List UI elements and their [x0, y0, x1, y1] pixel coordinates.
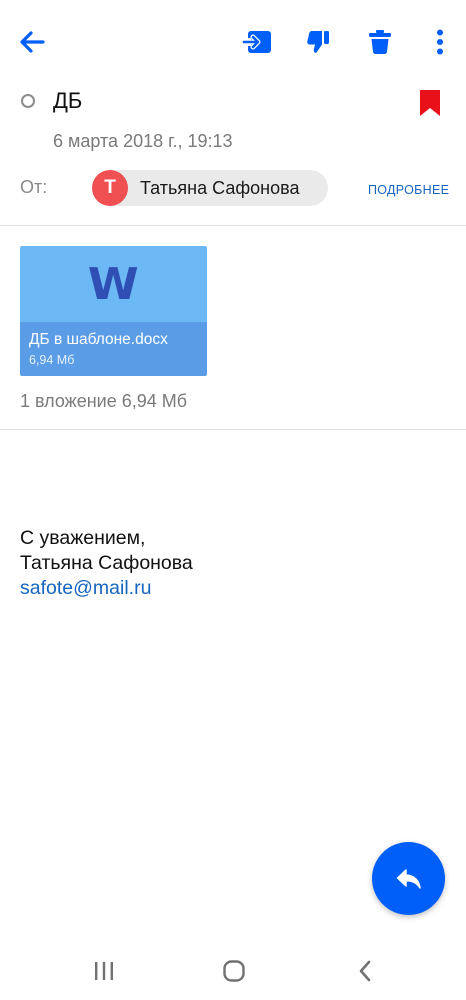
subject-row: ДБ [0, 84, 466, 124]
attachment-name: ДБ в шаблоне.docx [29, 331, 168, 348]
body-line: Татьяна Сафонова [20, 552, 193, 574]
back-button[interactable] [14, 24, 50, 60]
message-body: С уважением, Татьяна Сафонова safote@mai… [20, 526, 193, 601]
message-subject: ДБ [53, 88, 83, 113]
delete-button[interactable] [362, 24, 398, 60]
attachments-summary: 1 вложение 6,94 Мб [20, 391, 188, 411]
arrow-left-icon [20, 31, 45, 53]
attachment-card[interactable]: W ДБ в шаблоне.docx 6,94 Мб [20, 246, 207, 376]
attachments-divider [0, 429, 466, 430]
details-button[interactable]: ПОДРОБНЕЕ [368, 183, 449, 197]
system-back-button[interactable] [345, 956, 385, 986]
avatar: Т [92, 170, 128, 206]
more-button[interactable] [422, 24, 458, 60]
reply-icon [396, 868, 421, 889]
home-button[interactable] [214, 956, 254, 986]
home-icon [223, 960, 245, 982]
system-nav-bar [0, 944, 466, 1000]
dislike-button[interactable] [300, 24, 336, 60]
email-link[interactable]: safote@mail.ru [20, 576, 193, 601]
recents-button[interactable] [84, 956, 124, 986]
toolbar [0, 0, 466, 84]
bookmark-flag-icon[interactable] [418, 88, 442, 118]
reply-button[interactable] [372, 842, 445, 915]
more-vertical-icon [437, 29, 443, 55]
body-line: С уважением, [20, 527, 146, 549]
word-document-icon: W [88, 258, 139, 310]
back-chevron-icon [359, 960, 371, 982]
sender-name: Татьяна Сафонова [140, 177, 300, 198]
attachment-size: 6,94 Мб [29, 353, 75, 367]
header-divider [0, 225, 466, 226]
recents-icon [95, 962, 113, 980]
move-to-folder-icon [242, 31, 271, 53]
from-label: От: [20, 177, 48, 197]
move-button[interactable] [239, 24, 275, 60]
attachment-info: ДБ в шаблоне.docx 6,94 Мб [20, 322, 207, 376]
message-date: 6 марта 2018 г., 19:13 [53, 131, 233, 151]
trash-icon [369, 30, 391, 55]
read-status-toggle[interactable] [21, 94, 35, 108]
sender-chip[interactable]: Т Татьяна Сафонова [92, 170, 328, 206]
thumbs-down-icon [307, 31, 329, 53]
attachment-preview: W [20, 246, 207, 322]
